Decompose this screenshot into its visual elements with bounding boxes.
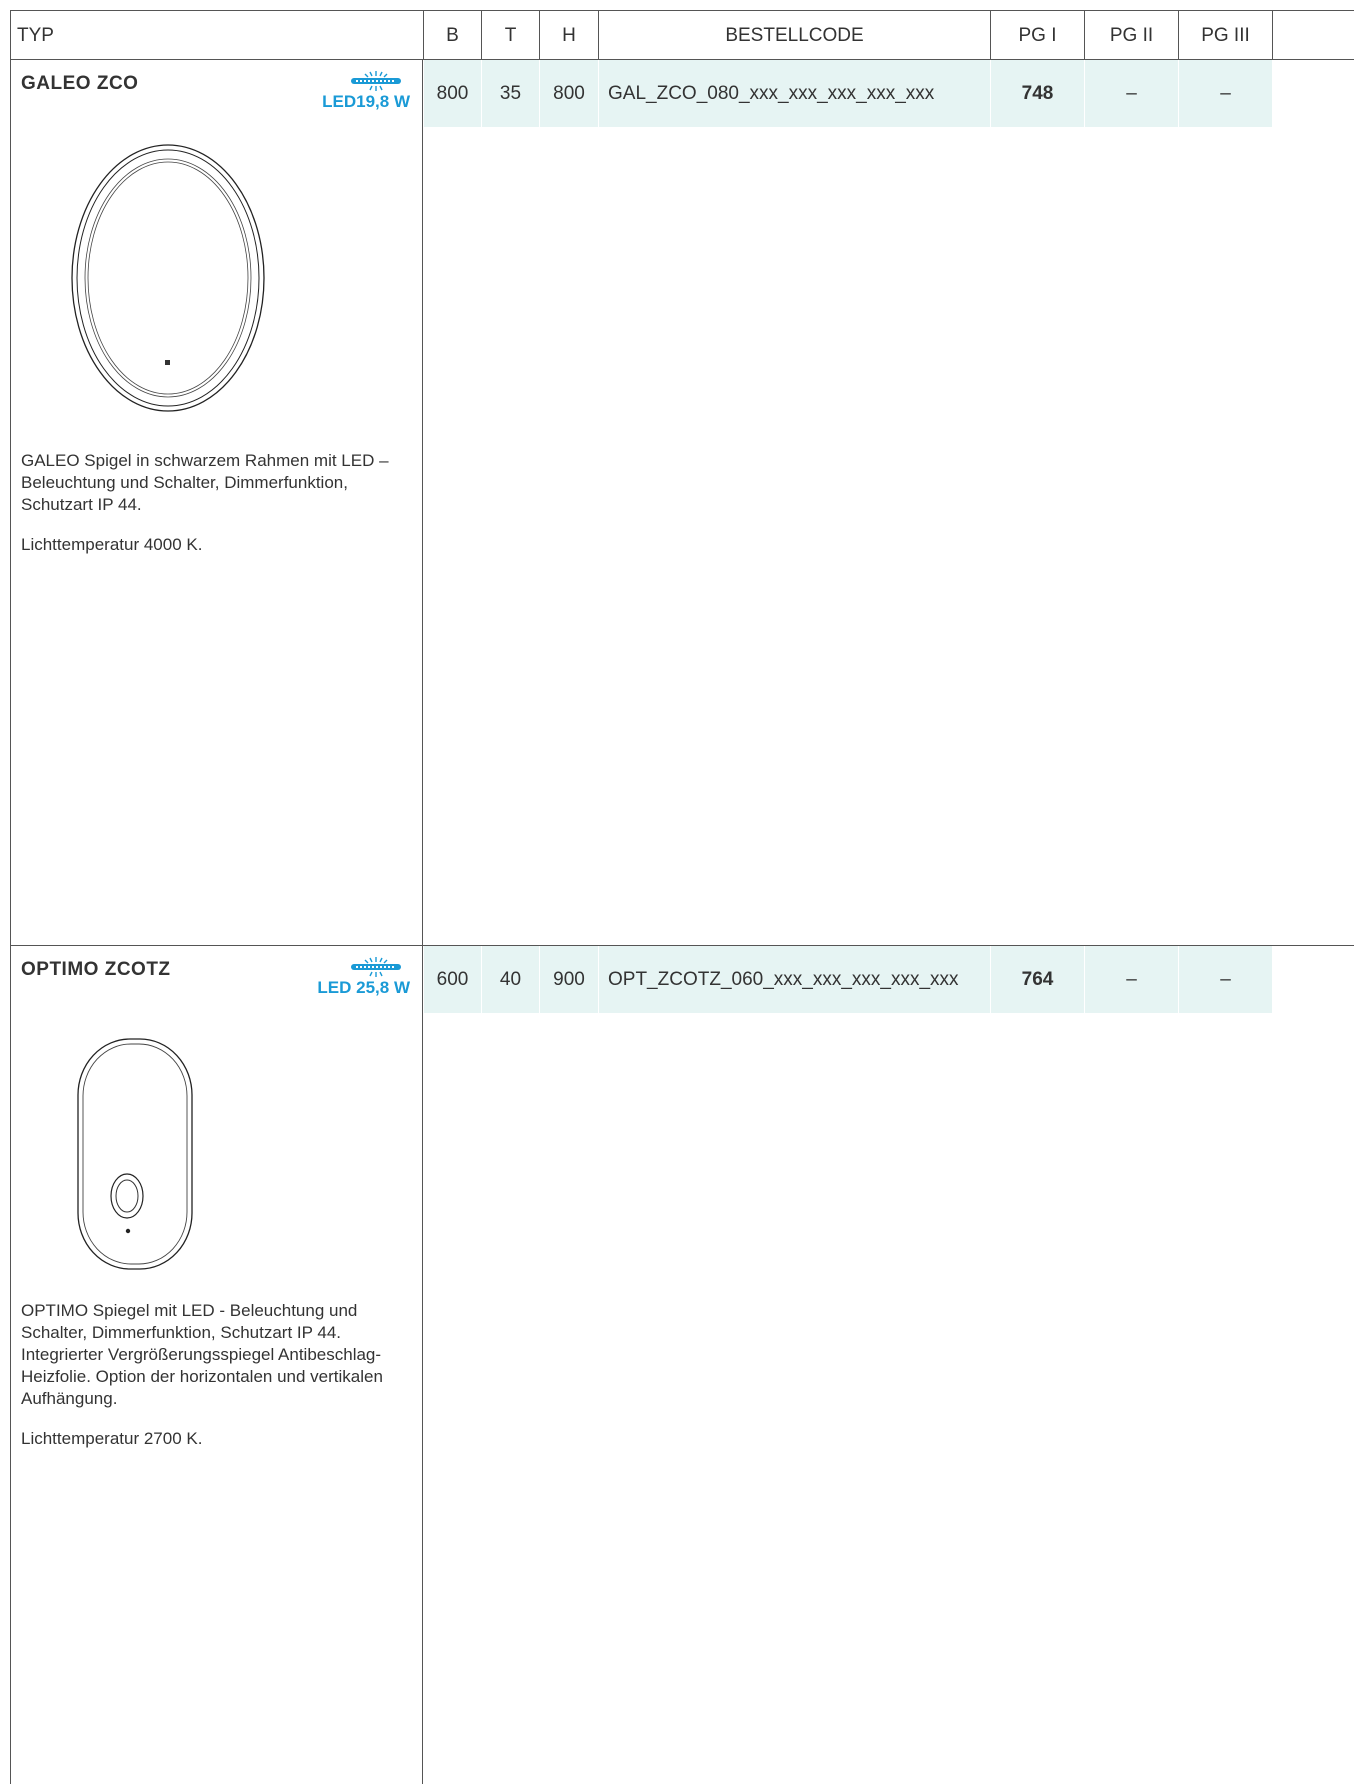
cell-pg1: 764 [991, 946, 1084, 1013]
led-strip-icon [351, 71, 401, 91]
cell-bestellcode: GAL_ZCO_080_xxx_xxx_xxx_xxx_xxx [599, 60, 990, 127]
product-description: GALEO Spigel in schwarzem Rahmen mit LED… [21, 450, 419, 574]
cell-pg3: – [1179, 60, 1272, 127]
table-row: 600 40 900 OPT_ZCOTZ_060_xxx_xxx_xxx_xxx… [424, 946, 1354, 1013]
rounded-mirror-illustration [77, 1038, 193, 1270]
product-block-optimo: OPTIMO ZCOTZ LED 25,8 W OPTIMO Spiegel m… [10, 946, 1354, 1784]
cell-h: 900 [540, 946, 598, 1013]
oval-mirror-illustration [71, 144, 265, 412]
led-label: LED 25,8 W [317, 978, 410, 997]
cell-pg1: 748 [991, 60, 1084, 127]
header-t: T [482, 11, 540, 60]
product-block-galeo: GALEO ZCO LED19,8 W GALEO Spigel in schw… [10, 60, 1354, 946]
header-bestellcode: BESTELLCODE [599, 11, 991, 60]
light-temperature: Lichttemperatur 4000 K. [21, 535, 203, 554]
product-info-cell: GALEO ZCO LED19,8 W GALEO Spigel in schw… [11, 60, 423, 945]
led-badge: LED 25,8 W [317, 956, 410, 998]
header-pg3: PG III [1179, 11, 1273, 60]
led-label: LED19,8 W [322, 92, 410, 111]
led-badge: LED19,8 W [322, 70, 410, 112]
header-h: H [540, 11, 599, 60]
description-text: OPTIMO Spiegel mit LED - Beleuchtung und… [21, 1301, 383, 1408]
product-name: OPTIMO ZCOTZ [21, 959, 171, 980]
header-typ: TYP [11, 11, 424, 60]
cell-b: 800 [424, 60, 481, 127]
header-pg1: PG I [991, 11, 1085, 60]
cell-pg3: – [1179, 946, 1272, 1013]
product-info-cell: OPTIMO ZCOTZ LED 25,8 W OPTIMO Spiegel m… [11, 946, 423, 1784]
cell-pg2: – [1085, 60, 1178, 127]
cell-bestellcode: OPT_ZCOTZ_060_xxx_xxx_xxx_xxx_xxx [599, 946, 990, 1013]
header-pg2: PG II [1085, 11, 1179, 60]
cell-t: 35 [482, 60, 539, 127]
product-description: OPTIMO Spiegel mit LED - Beleuchtung und… [21, 1300, 419, 1468]
cell-pg2: – [1085, 946, 1178, 1013]
description-text: GALEO Spigel in schwarzem Rahmen mit LED… [21, 451, 389, 514]
price-table: TYP B T H BESTELLCODE PG I PG II PG III … [10, 10, 1354, 1784]
table-row: 800 35 800 GAL_ZCO_080_xxx_xxx_xxx_xxx_x… [424, 60, 1354, 127]
table-header: TYP B T H BESTELLCODE PG I PG II PG III [10, 10, 1354, 60]
led-strip-icon [351, 957, 401, 977]
cell-b: 600 [424, 946, 481, 1013]
product-name: GALEO ZCO [21, 73, 139, 94]
header-b: B [424, 11, 482, 60]
light-temperature: Lichttemperatur 2700 K. [21, 1429, 203, 1448]
cell-t: 40 [482, 946, 539, 1013]
cell-h: 800 [540, 60, 598, 127]
